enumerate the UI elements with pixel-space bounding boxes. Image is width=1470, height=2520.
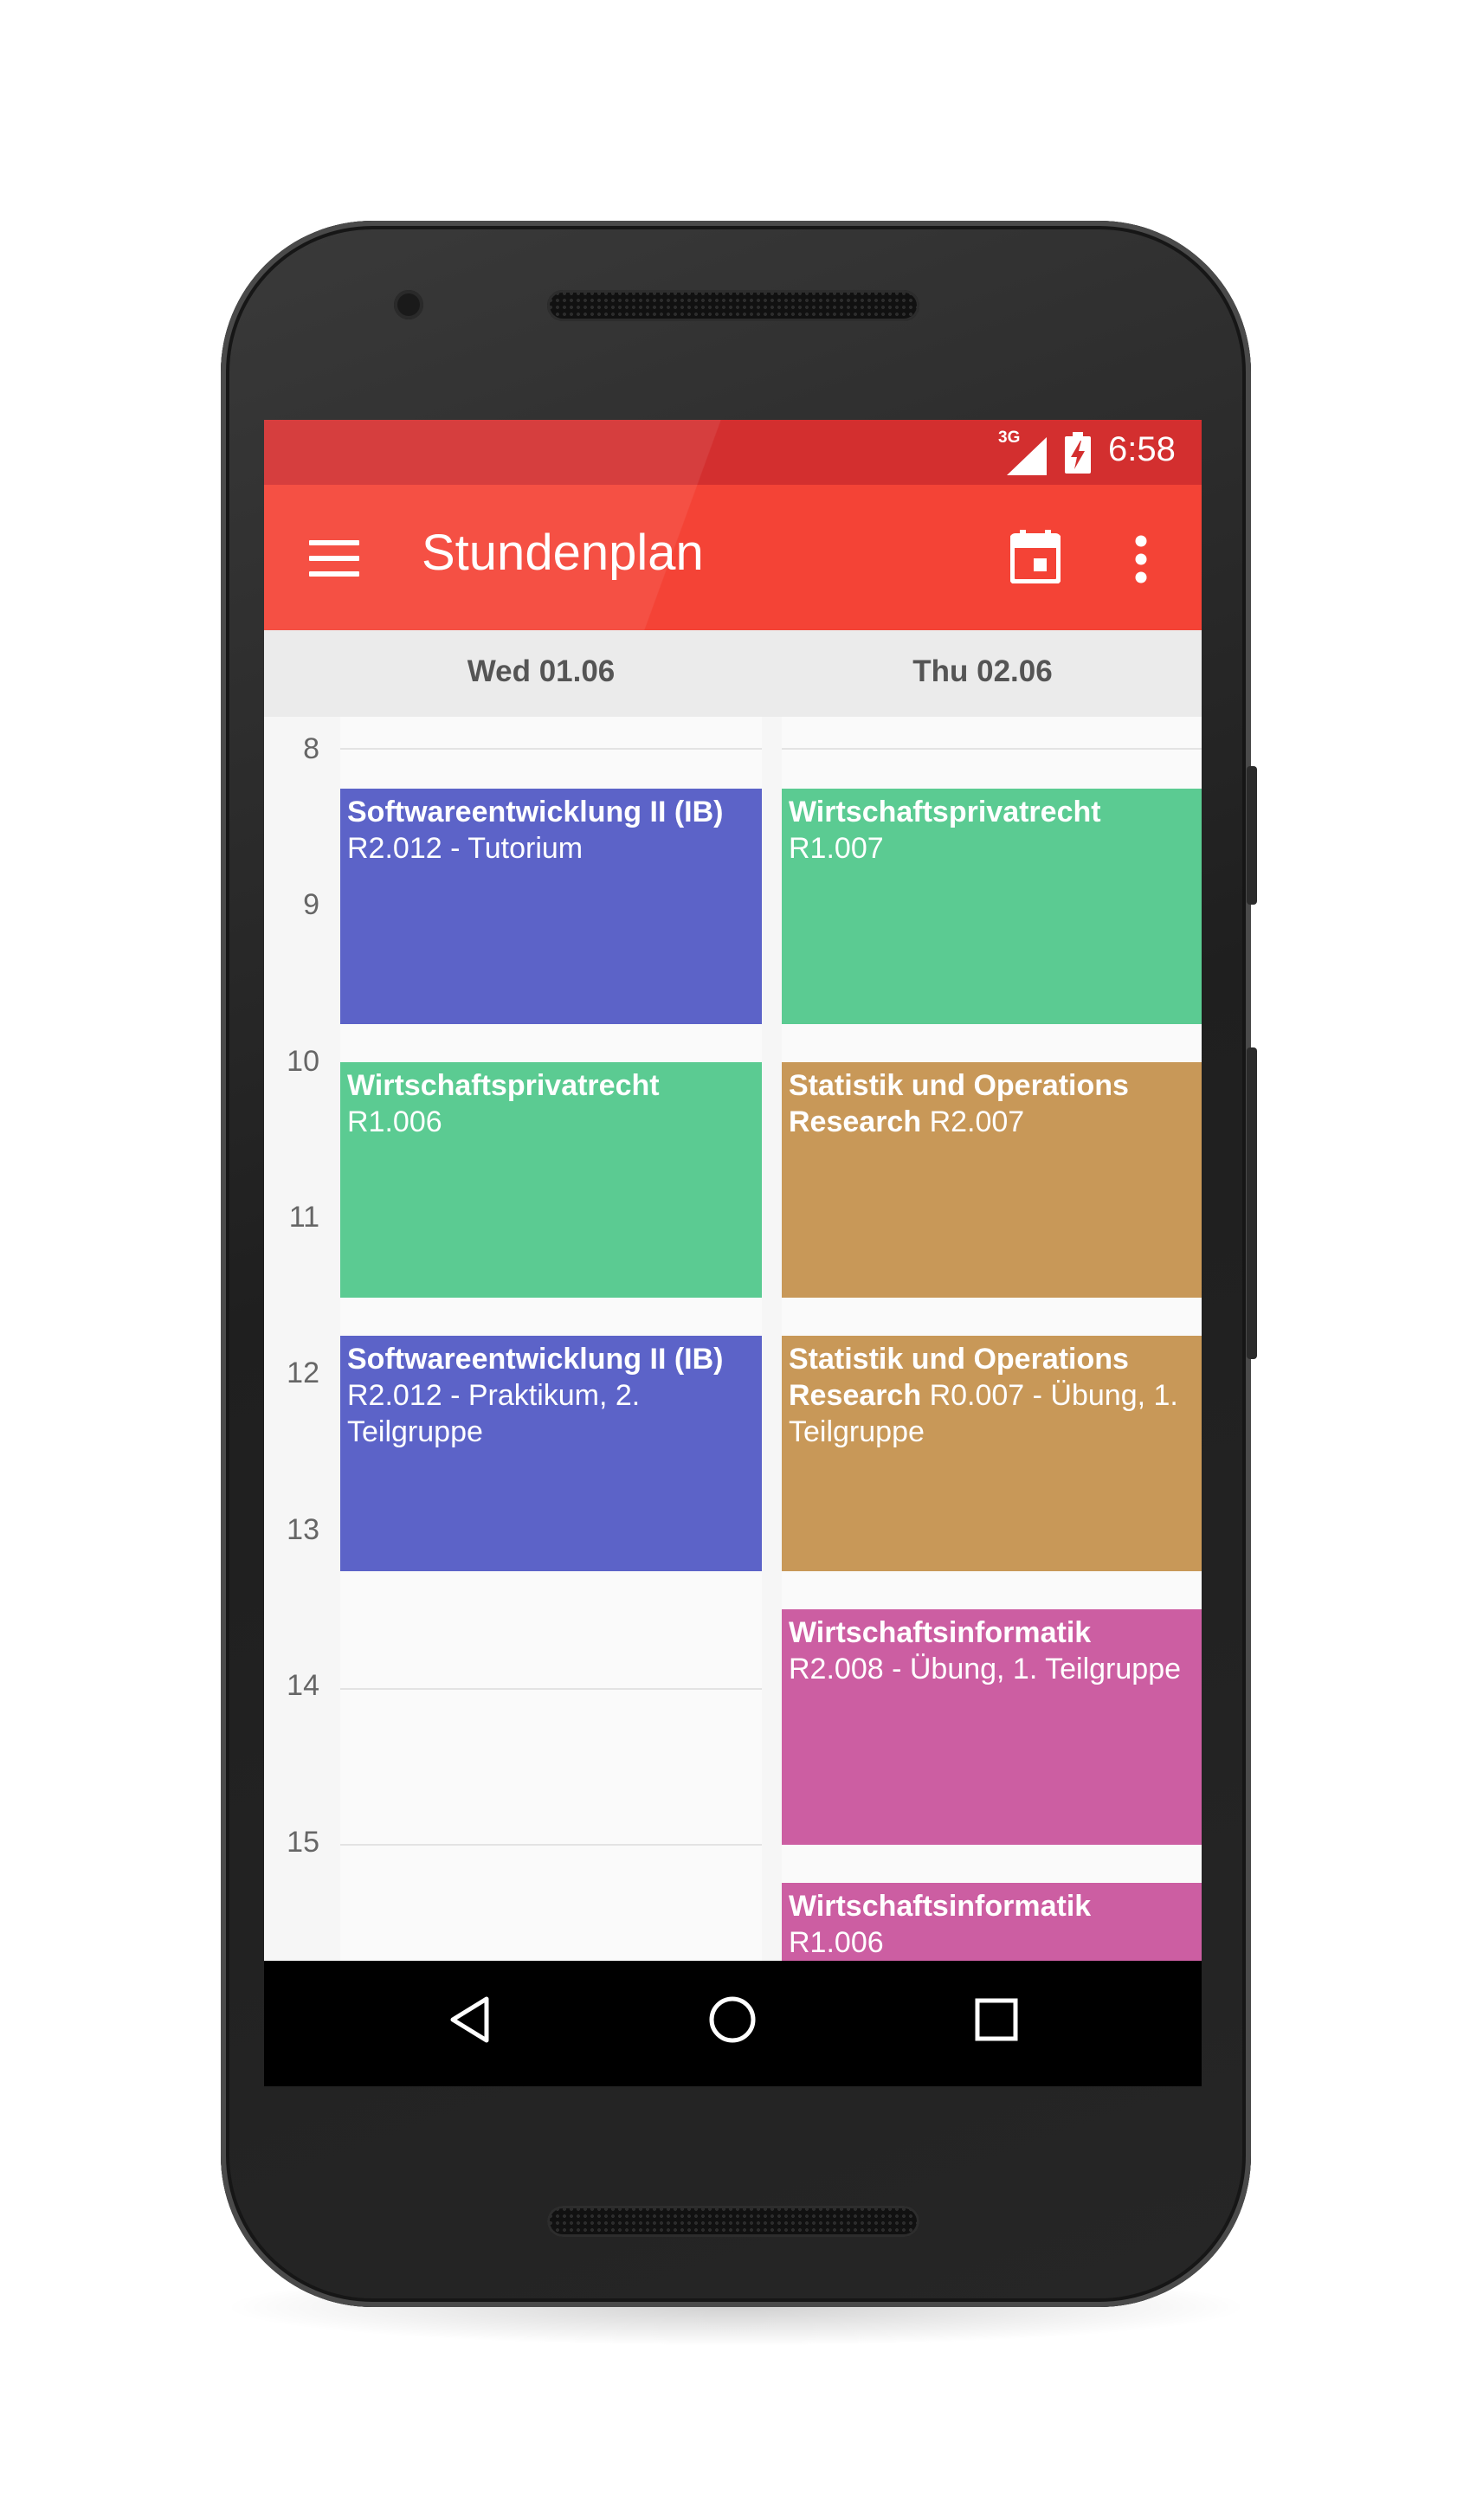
event-title: Wirtschaftsprivatrecht [789,796,1101,828]
day-label-thu[interactable]: Thu 02.06 [775,654,1190,689]
recents-icon[interactable] [974,1995,1019,2044]
hour-line [782,748,1202,750]
timetable-grid: 8 9 10 11 12 13 14 15 Softwareentwicklun… [264,717,1202,2083]
menu-icon[interactable] [309,540,359,577]
battery-charging-icon [1065,432,1091,474]
event-title: Softwareentwicklung II (IB) [347,1343,724,1376]
hour-label: 8 [303,732,319,765]
hour-line [340,1844,762,1846]
event-card[interactable]: Wirtschaftsprivatrecht R1.007 [782,789,1202,1024]
back-icon[interactable] [448,1995,492,2044]
calendar-icon[interactable] [1010,530,1061,583]
event-title: Softwareentwicklung II (IB) [347,796,724,828]
hour-label: 12 [287,1357,319,1389]
home-icon[interactable] [708,1995,757,2044]
page-title: Stundenplan [422,525,704,581]
signal-icon [1007,437,1047,475]
clock: 6:58 [1108,430,1176,468]
day-label-wed[interactable]: Wed 01.06 [333,654,749,689]
hour-label: 15 [287,1826,319,1859]
hour-label: 10 [287,1045,319,1078]
hour-label: 11 [288,1201,319,1234]
system-navigation-bar [264,1961,1202,2086]
event-card[interactable]: Statistik und Operations Research R2.007 [782,1062,1202,1298]
event-title: Wirtschaftsinformatik [789,1890,1092,1923]
event-title: Wirtschaftsinformatik [789,1616,1092,1649]
event-detail: R2.007 [929,1105,1025,1138]
hour-label: 13 [287,1513,319,1546]
hour-label: 14 [287,1669,319,1702]
volume-button [1247,1047,1257,1359]
event-card[interactable]: Softwareentwicklung II (IB) R2.012 - Tut… [340,789,762,1024]
screen: 3G 6:58 Stundenplan Wed 01.06 Thu 02.06 … [264,420,1202,2083]
event-detail: R2.012 - Tutorium [347,832,583,865]
more-vert-icon[interactable] [1134,535,1148,583]
day-header: Wed 01.06 Thu 02.06 [264,630,1202,717]
event-detail: R1.007 [789,832,884,865]
event-detail: R1.006 [789,1926,884,1959]
hour-line [340,748,762,750]
event-card[interactable]: Statistik und Operations Research R0.007… [782,1336,1202,1571]
event-card[interactable]: Wirtschaftsinformatik R2.008 - Übung, 1.… [782,1609,1202,1845]
front-camera [394,290,423,319]
status-bar: 3G 6:58 [264,420,1202,485]
top-speaker [547,290,919,321]
bottom-speaker [547,2206,919,2237]
event-card[interactable]: Wirtschaftsprivatrecht R1.006 [340,1062,762,1298]
event-title: Wirtschaftsprivatrecht [347,1069,660,1102]
event-detail: R2.012 - Praktikum, 2. Teilgruppe [347,1379,641,1448]
event-detail: R1.006 [347,1105,442,1138]
app-toolbar: Stundenplan [264,485,1202,630]
event-detail: R2.008 - Übung, 1. Teilgruppe [789,1653,1182,1685]
event-card[interactable]: Softwareentwicklung II (IB) R2.012 - Pra… [340,1336,762,1571]
power-button [1247,766,1257,905]
hour-label: 9 [303,888,319,921]
hour-line [340,1688,762,1690]
